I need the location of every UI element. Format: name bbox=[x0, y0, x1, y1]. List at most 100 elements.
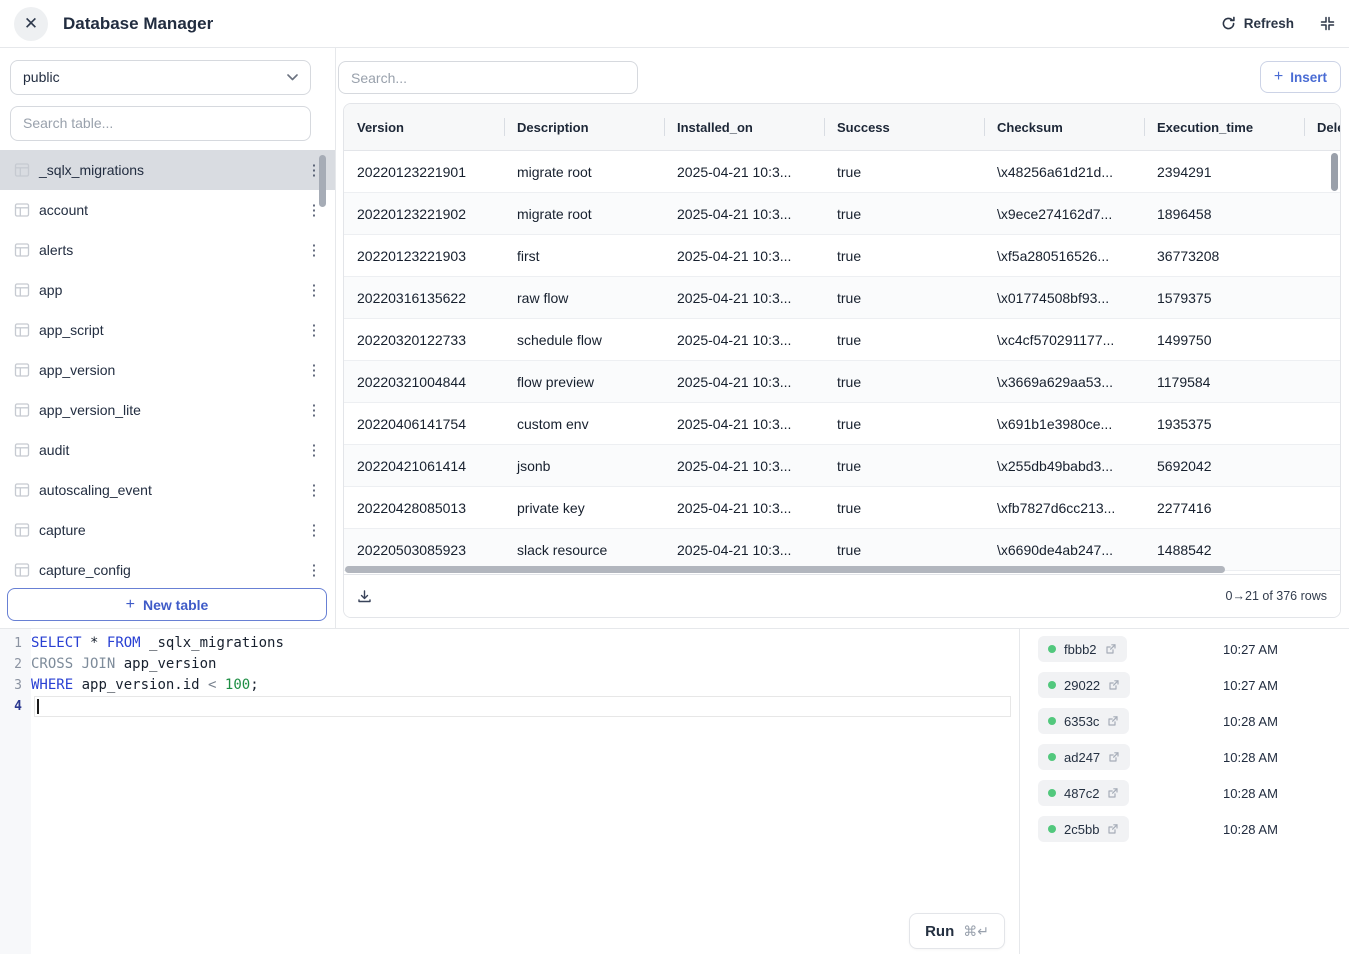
table-cell[interactable]: 2025-04-21 10:3... bbox=[664, 164, 824, 180]
table-row[interactable]: 20220428085013private key2025-04-21 10:3… bbox=[344, 487, 1340, 529]
history-query-pill[interactable]: 487c2 bbox=[1038, 780, 1129, 806]
table-cell[interactable]: 1896458 bbox=[1144, 206, 1304, 222]
history-query-pill[interactable]: 2c5bb bbox=[1038, 816, 1129, 842]
column-header[interactable]: Description bbox=[504, 120, 664, 135]
table-cell[interactable]: 20220123221902 bbox=[344, 206, 504, 222]
sidebar-table-item[interactable]: app_script ⋮ bbox=[0, 310, 335, 350]
table-search-input[interactable] bbox=[10, 106, 311, 141]
table-cell[interactable]: slack resource bbox=[504, 542, 664, 558]
table-cell[interactable]: custom env bbox=[504, 416, 664, 432]
table-cell[interactable]: \x9ece274162d7... bbox=[984, 206, 1144, 222]
download-button[interactable] bbox=[357, 589, 372, 604]
table-cell[interactable]: \xf5a280516526... bbox=[984, 248, 1144, 264]
table-cell[interactable]: 1179584 bbox=[1144, 374, 1304, 390]
table-cell[interactable]: 20220503085923 bbox=[344, 542, 504, 558]
schema-select[interactable]: public bbox=[10, 60, 311, 95]
sidebar-table-item[interactable]: audit ⋮ bbox=[0, 430, 335, 470]
table-cell[interactable]: true bbox=[824, 164, 984, 180]
kebab-menu-icon[interactable]: ⋮ bbox=[305, 241, 323, 259]
kebab-menu-icon[interactable]: ⋮ bbox=[305, 481, 323, 499]
column-header[interactable]: Execution_time bbox=[1144, 120, 1304, 135]
new-table-button[interactable]: + New table bbox=[7, 588, 327, 621]
code-line[interactable]: 4 bbox=[0, 696, 1019, 717]
insert-button[interactable]: + Insert bbox=[1260, 61, 1341, 93]
kebab-menu-icon[interactable]: ⋮ bbox=[305, 361, 323, 379]
kebab-menu-icon[interactable]: ⋮ bbox=[305, 281, 323, 299]
table-cell[interactable]: 36773208 bbox=[1144, 248, 1304, 264]
table-row[interactable]: 20220123221903first2025-04-21 10:3...tru… bbox=[344, 235, 1340, 277]
table-cell[interactable]: 2025-04-21 10:3... bbox=[664, 458, 824, 474]
sidebar-table-item[interactable]: autoscaling_event ⋮ bbox=[0, 470, 335, 510]
table-cell[interactable]: 20220321004844 bbox=[344, 374, 504, 390]
table-cell[interactable]: 2025-04-21 10:3... bbox=[664, 500, 824, 516]
table-cell[interactable]: raw flow bbox=[504, 290, 664, 306]
table-cell[interactable]: true bbox=[824, 416, 984, 432]
table-cell[interactable]: 2025-04-21 10:3... bbox=[664, 332, 824, 348]
table-row[interactable]: 20220316135622raw flow2025-04-21 10:3...… bbox=[344, 277, 1340, 319]
table-cell[interactable]: 20220320122733 bbox=[344, 332, 504, 348]
table-cell[interactable]: migrate root bbox=[504, 164, 664, 180]
table-row[interactable]: 20220123221902migrate root2025-04-21 10:… bbox=[344, 193, 1340, 235]
table-cell[interactable]: first bbox=[504, 248, 664, 264]
close-button[interactable]: ✕ bbox=[14, 7, 48, 41]
sidebar-table-item[interactable]: account ⋮ bbox=[0, 190, 335, 230]
table-row[interactable]: 20220123221901migrate root2025-04-21 10:… bbox=[344, 151, 1340, 193]
table-cell[interactable]: \xc4cf570291177... bbox=[984, 332, 1144, 348]
external-link-icon[interactable] bbox=[1107, 823, 1119, 835]
external-link-icon[interactable] bbox=[1105, 643, 1117, 655]
table-cell[interactable]: 2025-04-21 10:3... bbox=[664, 416, 824, 432]
table-row[interactable]: 20220503085923slack resource2025-04-21 1… bbox=[344, 529, 1340, 571]
history-query-pill[interactable]: 6353c bbox=[1038, 708, 1129, 734]
sidebar-table-item[interactable]: alerts ⋮ bbox=[0, 230, 335, 270]
table-cell[interactable]: true bbox=[824, 542, 984, 558]
table-cell[interactable]: 2025-04-21 10:3... bbox=[664, 374, 824, 390]
table-cell[interactable]: 1488542 bbox=[1144, 542, 1304, 558]
table-cell[interactable]: jsonb bbox=[504, 458, 664, 474]
table-cell[interactable]: 1499750 bbox=[1144, 332, 1304, 348]
table-cell[interactable]: \xfb7827d6cc213... bbox=[984, 500, 1144, 516]
table-cell[interactable]: 20220421061414 bbox=[344, 458, 504, 474]
code-line[interactable]: 3 WHERE app_version.id < 100; bbox=[0, 675, 1019, 696]
table-cell[interactable]: 5692042 bbox=[1144, 458, 1304, 474]
table-row[interactable]: 20220406141754custom env2025-04-21 10:3.… bbox=[344, 403, 1340, 445]
kebab-menu-icon[interactable]: ⋮ bbox=[305, 401, 323, 419]
table-cell[interactable]: 1935375 bbox=[1144, 416, 1304, 432]
table-cell[interactable]: 2025-04-21 10:3... bbox=[664, 206, 824, 222]
history-query-pill[interactable]: fbbb2 bbox=[1038, 636, 1127, 662]
table-cell[interactable]: 20220316135622 bbox=[344, 290, 504, 306]
external-link-icon[interactable] bbox=[1107, 787, 1119, 799]
vertical-scrollbar[interactable] bbox=[1331, 153, 1338, 191]
sidebar-scrollbar[interactable] bbox=[319, 155, 326, 207]
table-row[interactable]: 20220320122733schedule flow2025-04-21 10… bbox=[344, 319, 1340, 361]
kebab-menu-icon[interactable]: ⋮ bbox=[305, 321, 323, 339]
table-cell[interactable]: true bbox=[824, 458, 984, 474]
horizontal-scrollbar[interactable] bbox=[345, 566, 1225, 573]
table-cell[interactable]: flow preview bbox=[504, 374, 664, 390]
column-header[interactable]: Version bbox=[344, 120, 504, 135]
sidebar-table-item[interactable]: app_version_lite ⋮ bbox=[0, 390, 335, 430]
refresh-button[interactable]: Refresh bbox=[1221, 16, 1294, 31]
code-line[interactable]: 2 CROSS JOIN app_version bbox=[0, 654, 1019, 675]
search-input[interactable] bbox=[338, 61, 638, 94]
table-cell[interactable]: private key bbox=[504, 500, 664, 516]
kebab-menu-icon[interactable]: ⋮ bbox=[305, 521, 323, 539]
collapse-button[interactable] bbox=[1320, 16, 1335, 31]
kebab-menu-icon[interactable]: ⋮ bbox=[305, 561, 323, 579]
table-cell[interactable]: \x3669a629aa53... bbox=[984, 374, 1144, 390]
table-cell[interactable]: 20220406141754 bbox=[344, 416, 504, 432]
table-cell[interactable]: true bbox=[824, 500, 984, 516]
column-header[interactable]: Success bbox=[824, 120, 984, 135]
history-query-pill[interactable]: ad247 bbox=[1038, 744, 1130, 770]
table-cell[interactable]: true bbox=[824, 290, 984, 306]
table-cell[interactable]: true bbox=[824, 332, 984, 348]
table-cell[interactable]: 20220123221901 bbox=[344, 164, 504, 180]
kebab-menu-icon[interactable]: ⋮ bbox=[305, 441, 323, 459]
table-cell[interactable]: migrate root bbox=[504, 206, 664, 222]
external-link-icon[interactable] bbox=[1108, 679, 1120, 691]
history-query-pill[interactable]: 29022 bbox=[1038, 672, 1130, 698]
table-cell[interactable]: \x6690de4ab247... bbox=[984, 542, 1144, 558]
external-link-icon[interactable] bbox=[1107, 715, 1119, 727]
external-link-icon[interactable] bbox=[1108, 751, 1120, 763]
sidebar-table-item[interactable]: app ⋮ bbox=[0, 270, 335, 310]
table-cell[interactable]: 20220123221903 bbox=[344, 248, 504, 264]
